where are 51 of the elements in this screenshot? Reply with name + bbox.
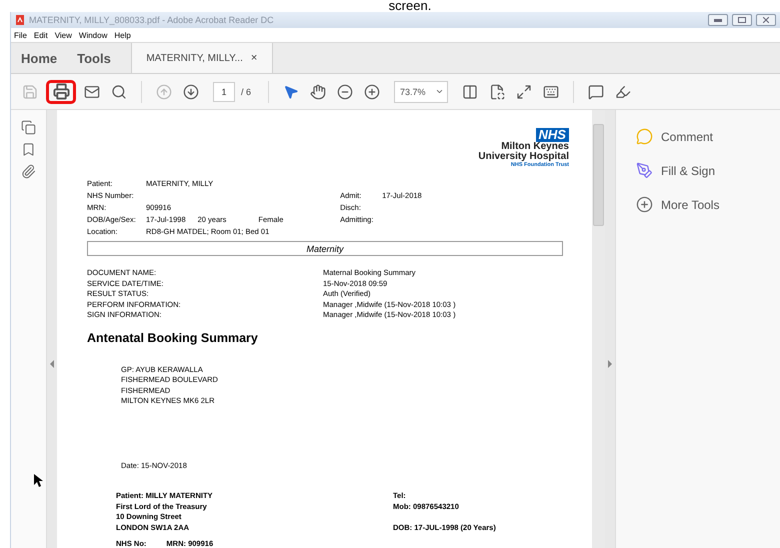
caret-icon bbox=[435, 87, 444, 96]
minimize-button[interactable] bbox=[708, 14, 728, 26]
comment-icon bbox=[588, 84, 604, 100]
comment-icon bbox=[636, 128, 653, 145]
pointer-icon bbox=[283, 84, 300, 100]
printer-icon bbox=[52, 83, 70, 100]
caption-text: screen. bbox=[388, 0, 432, 12]
paperclip-icon[interactable] bbox=[21, 164, 36, 179]
document-heading: Antenatal Booking Summary bbox=[87, 330, 259, 344]
zoom-in-icon bbox=[364, 84, 380, 100]
maximize-button[interactable] bbox=[732, 14, 752, 26]
fit-page-icon bbox=[489, 84, 506, 100]
page-total: / 6 bbox=[241, 86, 252, 96]
pages-icon[interactable] bbox=[21, 120, 36, 135]
maximize-icon bbox=[738, 17, 746, 23]
bookmark-icon[interactable] bbox=[21, 142, 36, 157]
menu-item[interactable]: View bbox=[54, 30, 72, 40]
printer-button[interactable] bbox=[46, 80, 76, 104]
menu-item[interactable]: Edit bbox=[34, 30, 48, 40]
tool-panel-item[interactable]: Fill & Sign bbox=[636, 162, 780, 179]
hand-icon bbox=[310, 84, 326, 100]
document-tab[interactable]: MATERNITY, MILLY... × bbox=[130, 43, 273, 73]
pen-icon bbox=[636, 162, 653, 179]
zoom-out-icon bbox=[337, 84, 354, 100]
nav-tab[interactable]: Tools bbox=[67, 43, 121, 73]
minimize-icon bbox=[714, 18, 722, 22]
search-icon bbox=[111, 84, 127, 100]
document-tab-label: MATERNITY, MILLY... bbox=[146, 52, 243, 64]
mail-icon bbox=[84, 84, 100, 100]
menu-item[interactable]: File bbox=[14, 30, 27, 40]
mouse-cursor-icon bbox=[34, 474, 43, 488]
plus-circle-icon bbox=[636, 196, 653, 213]
tool-panel-item[interactable]: More Tools bbox=[636, 196, 780, 213]
scrollbar-thumb[interactable] bbox=[593, 124, 604, 226]
keyboard-icon bbox=[543, 84, 560, 100]
fit-width-icon bbox=[462, 84, 478, 100]
window-title: MATERNITY, MILLY_808033.pdf - Adobe Acrobat Reader DC bbox=[29, 15, 275, 25]
close-button[interactable] bbox=[756, 14, 776, 26]
zoom-dropdown[interactable]: 73.7% bbox=[394, 80, 448, 102]
expand-icon bbox=[516, 84, 532, 100]
menu-item[interactable]: Help bbox=[114, 30, 131, 40]
section-banner: Maternity bbox=[87, 241, 563, 256]
save-icon bbox=[22, 84, 38, 100]
close-tab-button[interactable]: × bbox=[250, 52, 258, 64]
page-number-field[interactable]: 1 bbox=[213, 82, 235, 102]
close-icon bbox=[763, 17, 769, 23]
highlighter-icon bbox=[615, 84, 632, 100]
nav-tab[interactable]: Home bbox=[11, 43, 68, 73]
menu-item[interactable]: Window bbox=[78, 30, 108, 40]
pdf-icon bbox=[15, 15, 25, 25]
tool-panel-item[interactable]: Comment bbox=[636, 128, 780, 145]
